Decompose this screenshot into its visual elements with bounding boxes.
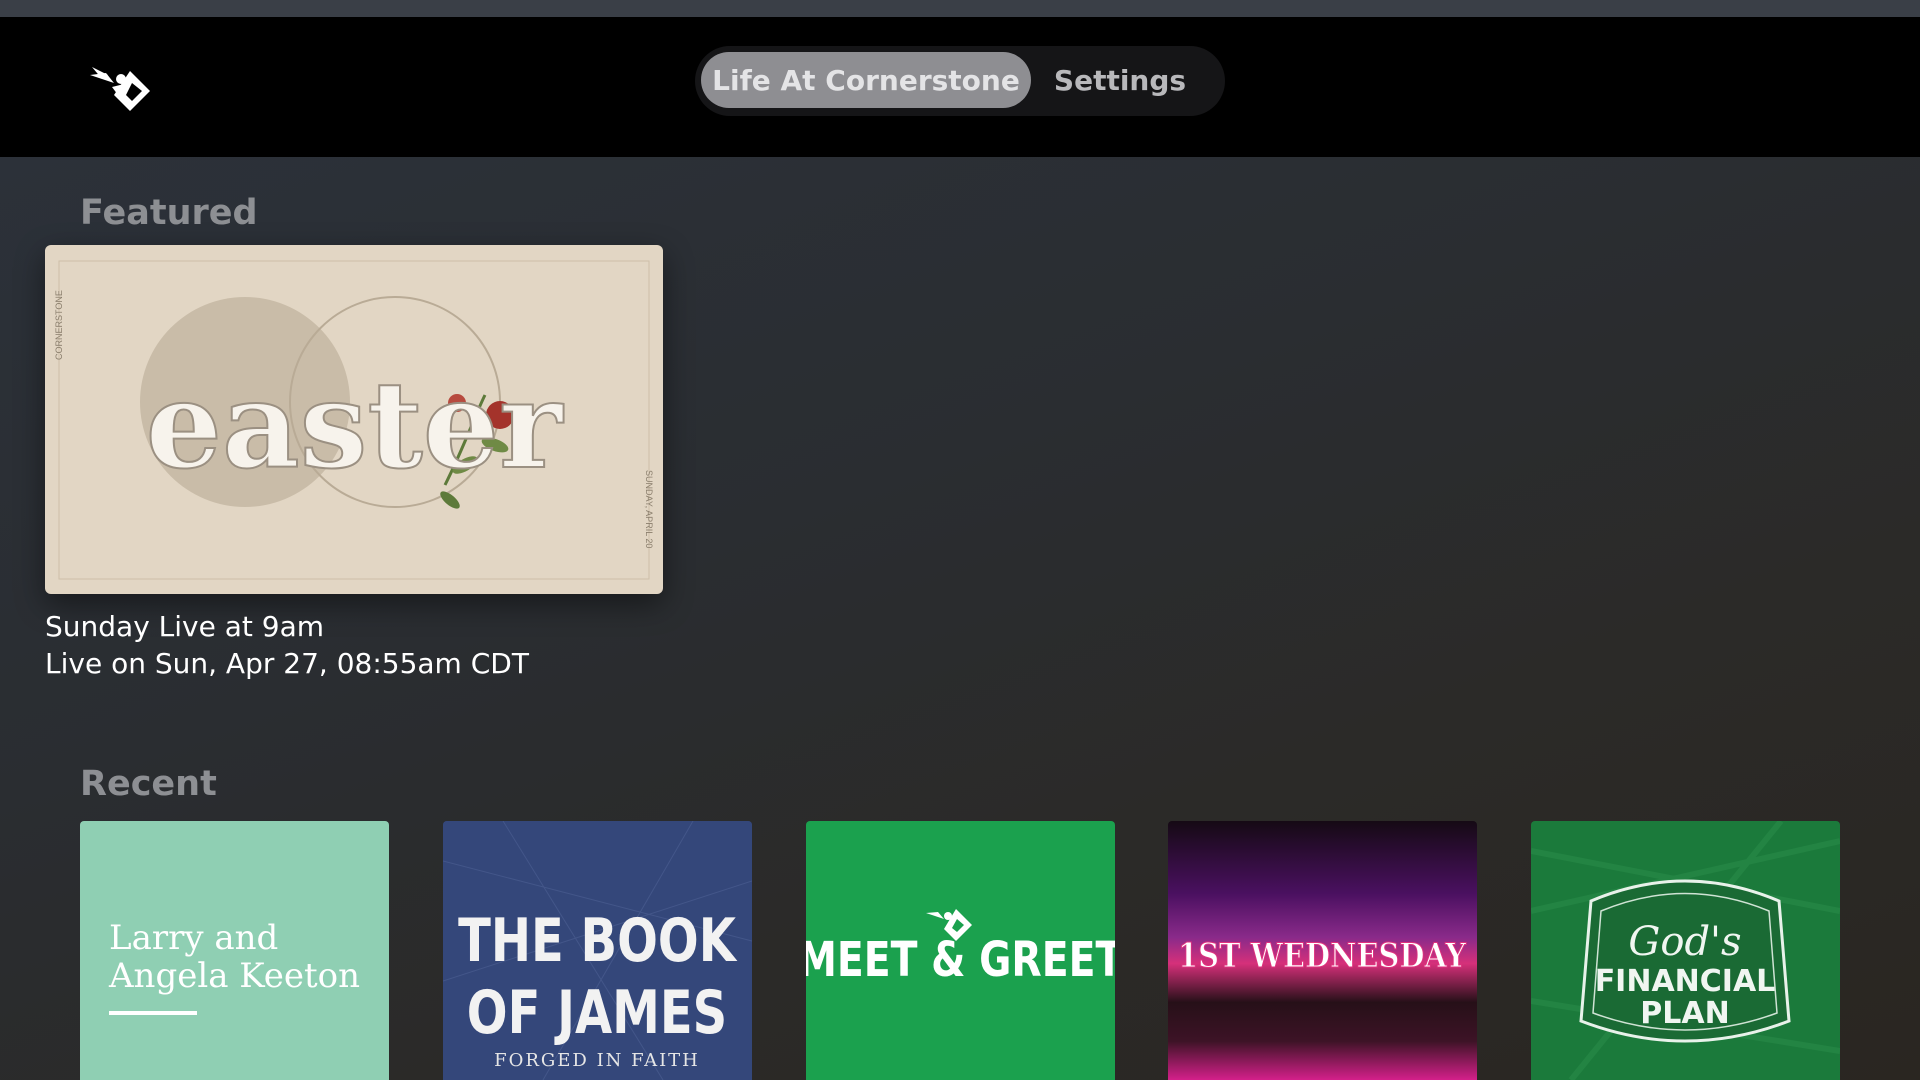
recent-item-larry-angela-keeton[interactable]: Larry and Angela Keeton: [80, 821, 389, 1080]
window-top-strip: [0, 0, 1920, 17]
tile-line3: PLAN: [1640, 996, 1729, 1031]
tile-line1: MEET & GREET: [806, 932, 1115, 988]
cornerstone-logo-icon[interactable]: [88, 61, 164, 121]
art-side-text-left: CORNERSTONE: [54, 290, 64, 360]
tile-line1: THE BOOK: [458, 906, 737, 976]
tile-line2: OF JAMES: [467, 978, 727, 1048]
tile-line1: Larry and: [109, 918, 278, 958]
tile-line2: FINANCIAL: [1595, 964, 1776, 999]
tile-line1: 1ST WEDNESDAY: [1178, 936, 1466, 976]
recent-item-book-of-james[interactable]: THE BOOK OF JAMES FORGED IN FAITH: [443, 821, 752, 1080]
featured-item-title: Sunday Live at 9am: [45, 610, 325, 643]
featured-item-subtitle: Live on Sun, Apr 27, 08:55am CDT: [45, 647, 529, 680]
recent-section-title: Recent: [80, 764, 217, 804]
art-side-text-right: SUNDAY, APRIL 20: [644, 470, 654, 548]
easter-artwork: easter CORNERSTONE SUNDAY, APRIL 20: [45, 245, 663, 594]
tab-bar: Life At Cornerstone Settings: [695, 46, 1225, 116]
tab-settings[interactable]: Settings: [1035, 52, 1205, 108]
recent-item-meet-and-greet[interactable]: MEET & GREET: [806, 821, 1115, 1080]
tile-line2: Angela Keeton: [108, 956, 360, 996]
tile-line3: FORGED IN FAITH: [494, 1050, 700, 1071]
recent-item-1st-wednesday[interactable]: 1ST WEDNESDAY: [1168, 821, 1477, 1080]
tile-line1: God's: [1628, 919, 1741, 965]
featured-item-info: Sunday Live at 9am Live on Sun, Apr 27, …: [45, 608, 529, 682]
featured-section-title: Featured: [80, 193, 258, 233]
featured-item-card[interactable]: easter CORNERSTONE SUNDAY, APRIL 20: [45, 245, 663, 594]
top-navigation-bar: Life At Cornerstone Settings: [0, 17, 1920, 157]
tab-life-at-cornerstone[interactable]: Life At Cornerstone: [701, 52, 1031, 108]
easter-art-title: easter: [146, 355, 564, 496]
tile-underline: [109, 1011, 197, 1015]
recent-item-gods-financial-plan[interactable]: God's FINANCIAL PLAN: [1531, 821, 1840, 1080]
